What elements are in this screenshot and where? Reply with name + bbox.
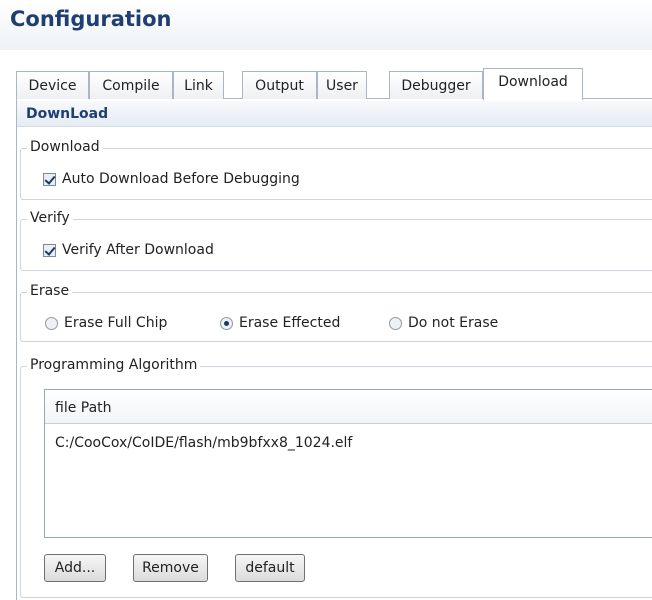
file-path-header-label: file Path (55, 400, 112, 416)
header-bar: Configuration (0, 0, 652, 50)
erase-full-chip-label: Erase Full Chip (64, 315, 168, 331)
erase-effected-radio[interactable] (220, 316, 233, 330)
tab-link-label: Link (184, 78, 213, 94)
erase-full-chip-option[interactable]: Erase Full Chip (45, 315, 167, 331)
panel-header: DownLoad (17, 101, 652, 127)
file-path-column-header[interactable]: file Path (45, 390, 652, 424)
verify-after-checkbox[interactable] (43, 243, 56, 257)
auto-download-checkbox-row[interactable]: Auto Download Before Debugging (43, 171, 300, 187)
tab-bar: Device Compile Link Output User Debugger… (16, 68, 652, 100)
erase-full-chip-radio[interactable] (45, 316, 58, 330)
add-button[interactable]: Add... (44, 554, 106, 582)
do-not-erase-radio[interactable] (389, 316, 402, 330)
file-path-table: file Path C:/CooCox/CoIDE/flash/mb9bfxx8… (44, 389, 652, 538)
erase-effected-label: Erase Effected (239, 315, 341, 331)
auto-download-checkbox[interactable] (43, 172, 56, 186)
tab-debugger[interactable]: Debugger (389, 71, 483, 99)
download-group-legend: Download (27, 139, 103, 155)
programming-algorithm-legend: Programming Algorithm (27, 357, 201, 373)
auto-download-label: Auto Download Before Debugging (62, 171, 300, 187)
tab-debugger-label: Debugger (401, 78, 471, 94)
tab-device[interactable]: Device (16, 71, 89, 99)
tab-output-label: Output (255, 78, 304, 94)
tab-device-label: Device (28, 78, 77, 94)
tab-download-label: Download (498, 74, 568, 90)
tab-link[interactable]: Link (173, 71, 224, 99)
verify-after-label: Verify After Download (62, 242, 214, 258)
verify-group-legend: Verify (27, 210, 73, 226)
erase-group-legend: Erase (27, 283, 73, 299)
erase-effected-option[interactable]: Erase Effected (220, 315, 340, 331)
tab-download[interactable]: Download (483, 68, 583, 100)
remove-button[interactable]: Remove (133, 554, 208, 582)
page-title: Configuration (10, 7, 172, 31)
tab-output[interactable]: Output (242, 71, 317, 99)
default-button[interactable]: default (235, 554, 305, 582)
panel-title: DownLoad (26, 106, 109, 122)
tab-compile-label: Compile (102, 78, 160, 94)
file-path-row[interactable]: C:/CooCox/CoIDE/flash/mb9bfxx8_1024.elf (55, 435, 352, 451)
do-not-erase-label: Do not Erase (408, 315, 499, 331)
do-not-erase-option[interactable]: Do not Erase (389, 315, 498, 331)
verify-after-checkbox-row[interactable]: Verify After Download (43, 242, 214, 258)
tab-user[interactable]: User (317, 71, 367, 99)
tab-compile[interactable]: Compile (89, 71, 173, 99)
tab-user-label: User (326, 78, 358, 94)
